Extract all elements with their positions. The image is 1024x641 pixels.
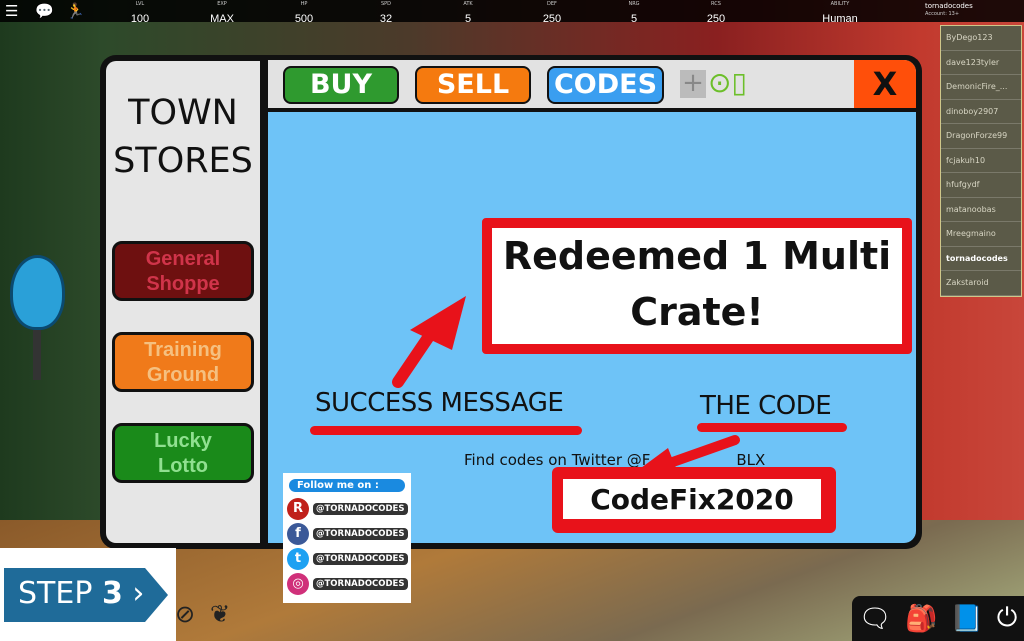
facebook-icon: f [287, 522, 309, 545]
wings-icon[interactable]: ❦ [210, 600, 230, 628]
follow-header: Follow me on : [289, 479, 405, 492]
hide-icon[interactable]: ⊘ [175, 600, 195, 628]
book-icon[interactable]: 📘 [951, 604, 983, 634]
power-icon[interactable]: ⏻ [997, 603, 1018, 634]
chat-bubble-icon[interactable]: 🗨 [859, 604, 892, 634]
step-badge: STEP 3 › [0, 548, 176, 641]
follow-handle: @TORNADOCODES [313, 527, 408, 540]
backpack-icon[interactable]: 🎒 [905, 604, 937, 634]
follow-facebook[interactable]: f @TORNADOCODES [283, 521, 411, 546]
roblox-icon: R [287, 497, 309, 520]
follow-card: Follow me on : R @TORNADOCODES f @TORNADOCO… [283, 473, 411, 603]
arrow-head-code [630, 448, 680, 478]
follow-handle: @TORNADOCODES [313, 577, 408, 590]
follow-handle: @TORNADOCODES [313, 502, 408, 515]
twitter-icon: t [287, 547, 309, 570]
follow-instagram[interactable]: ◎ @TORNADOCODES [283, 571, 411, 596]
instagram-icon: ◎ [287, 572, 309, 595]
follow-roblox[interactable]: R @TORNADOCODES [283, 496, 411, 521]
follow-twitter[interactable]: t @TORNADOCODES [283, 546, 411, 571]
arrow-to-code [665, 435, 740, 468]
annotation-arrows [392, 296, 740, 478]
bottom-toolbar: 🗨 🎒 📘 ⏻ [852, 596, 1024, 641]
follow-handle: @TORNADOCODES [313, 552, 408, 565]
